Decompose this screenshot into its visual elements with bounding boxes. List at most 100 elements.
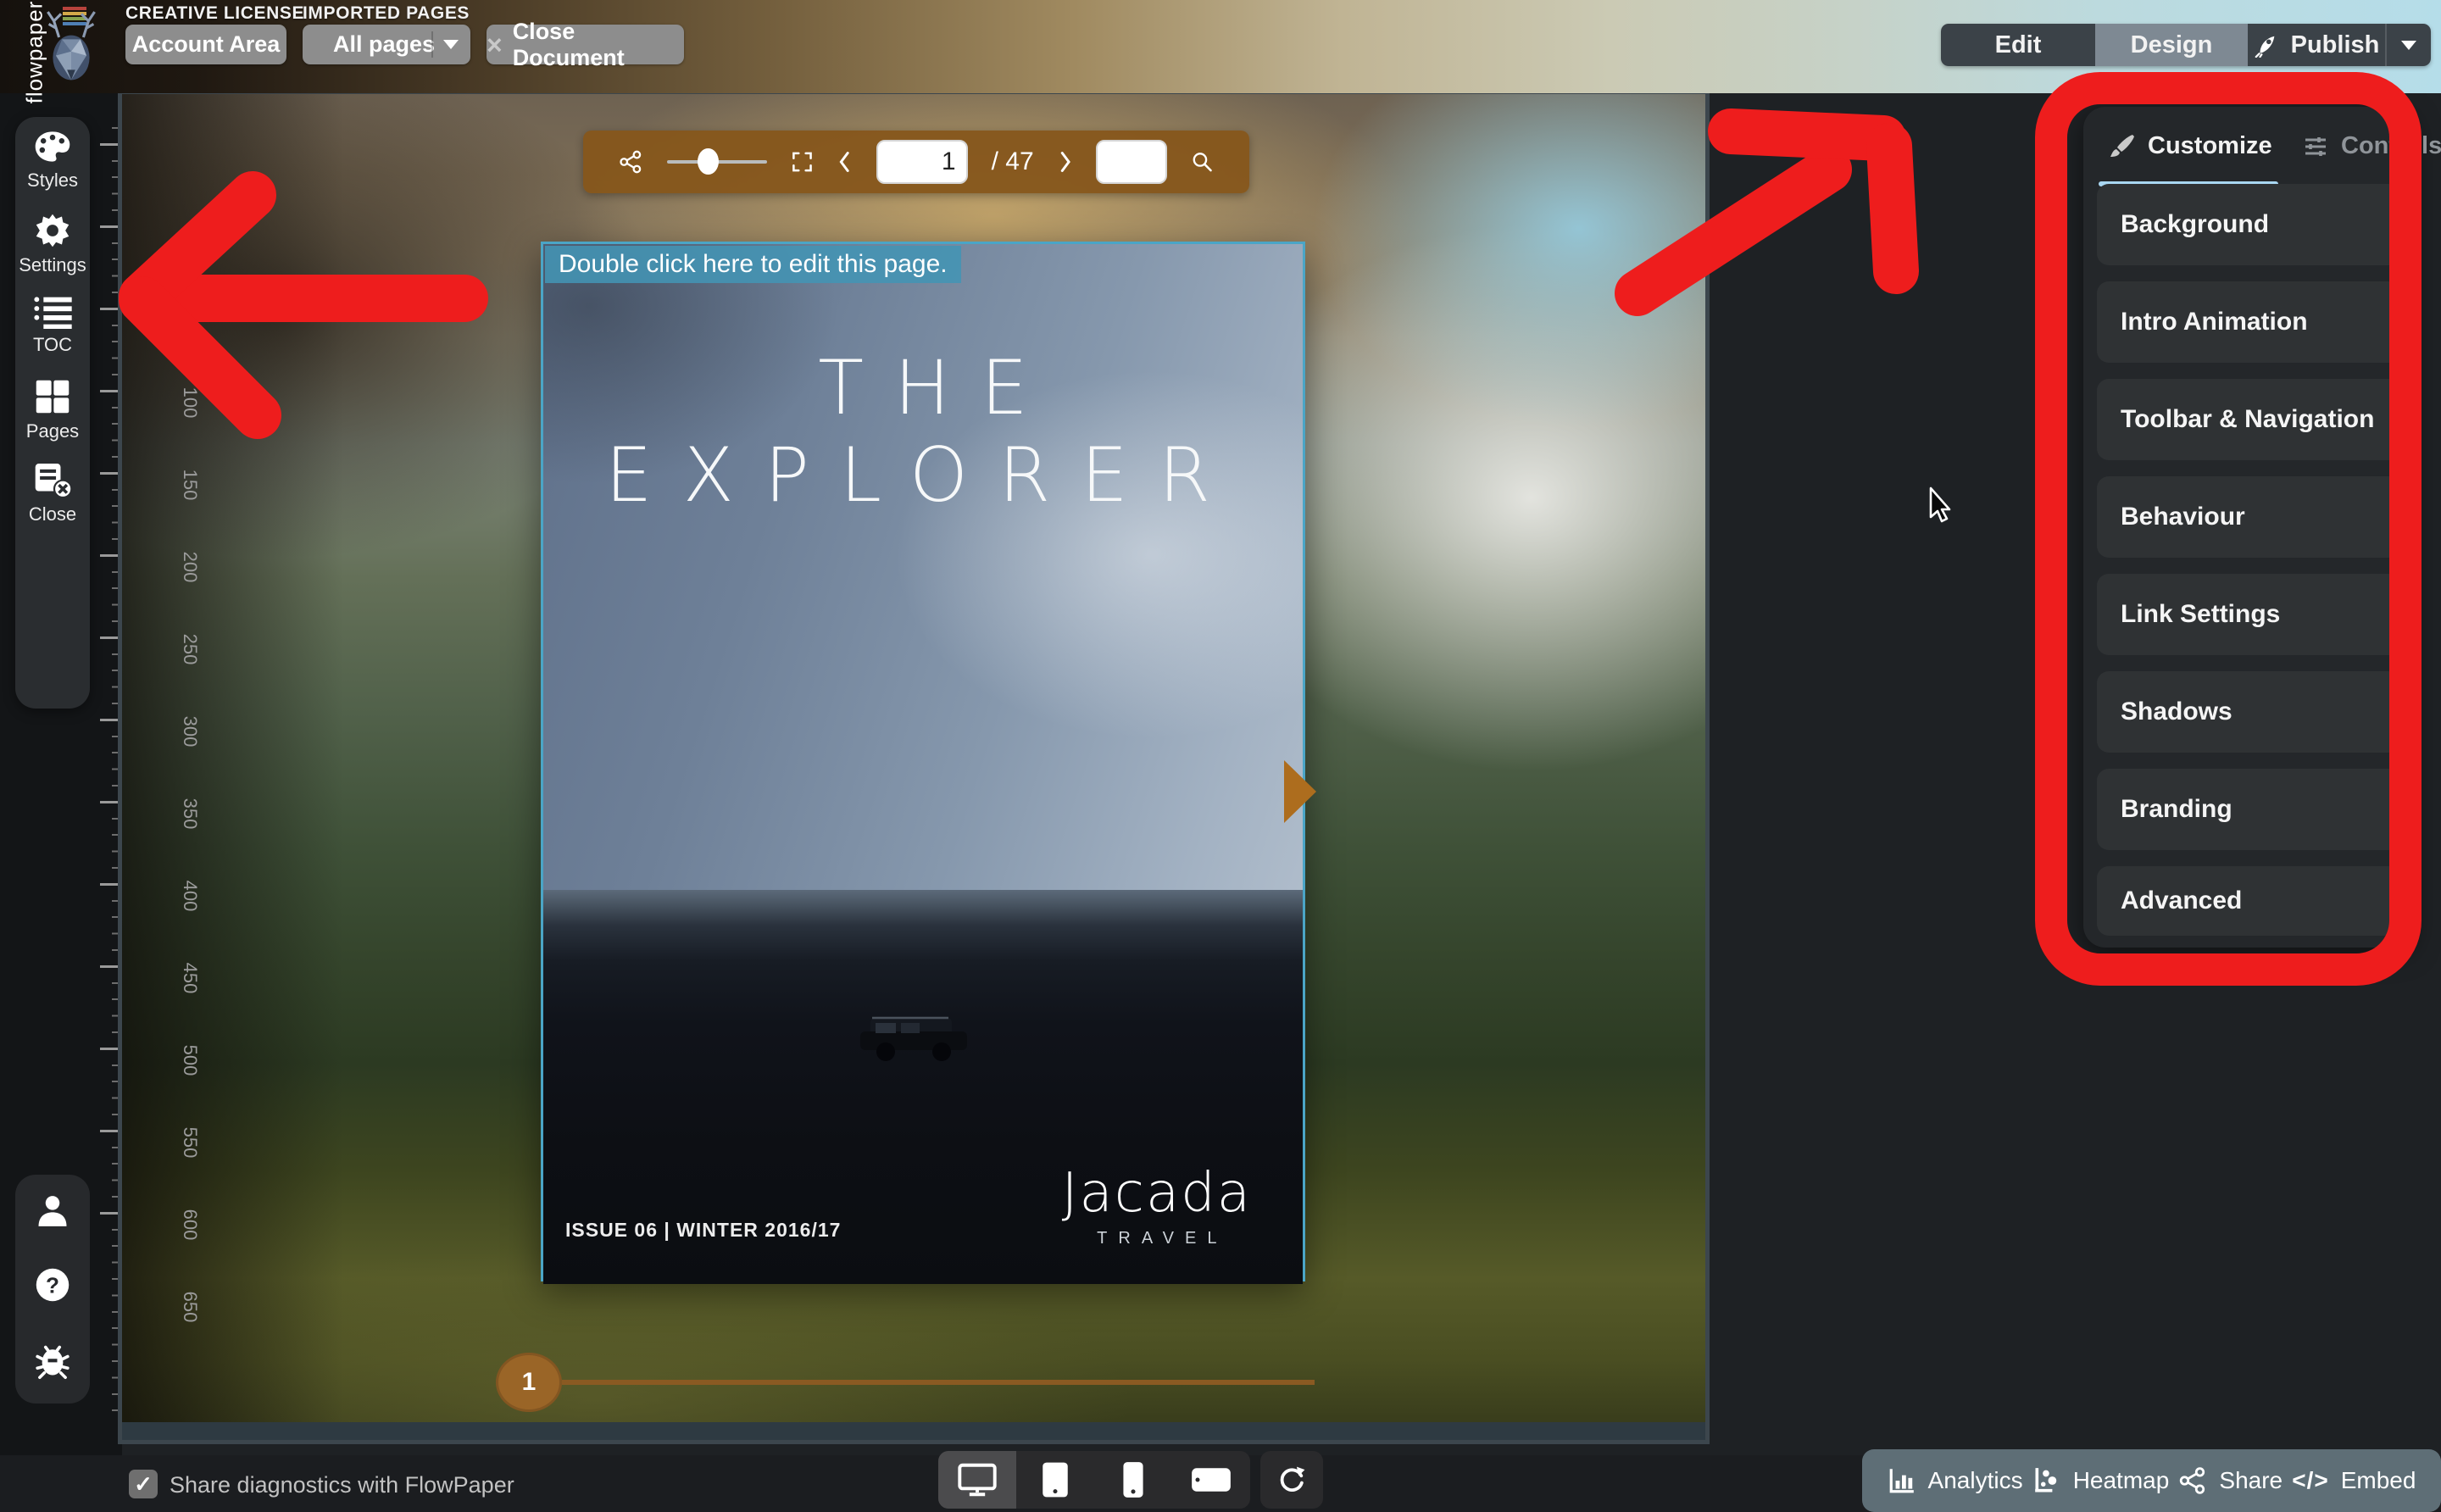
brand-logo: Jacada TRAVEL <box>1062 1166 1252 1248</box>
publish-dropdown-caret[interactable] <box>2385 24 2431 66</box>
share-icon <box>2178 1466 2207 1495</box>
panel-item-behaviour[interactable]: Behaviour <box>2097 476 2400 558</box>
previous-page-icon[interactable] <box>837 147 852 176</box>
publish-button[interactable]: Publish <box>2248 24 2385 66</box>
page-progress-badge[interactable]: 1 <box>496 1353 562 1412</box>
ruler-label: 500 <box>179 1042 201 1079</box>
panel-item-branding[interactable]: Branding <box>2097 769 2400 850</box>
help-icon[interactable]: ? <box>15 1266 90 1308</box>
analytics-button[interactable]: Analytics <box>1888 1466 2023 1495</box>
close-icon: × <box>487 31 503 58</box>
flowpaper-logo[interactable]: flowpaper <box>8 2 103 92</box>
sliders-icon <box>2302 133 2329 160</box>
viewer-toolbar: / 47 <box>583 131 1249 193</box>
panel-item-label: Toolbar & Navigation <box>2121 405 2374 434</box>
stag-icon <box>41 5 102 90</box>
panel-item-label: Intro Animation <box>2121 308 2308 336</box>
ruler-label: 550 <box>179 1124 201 1161</box>
edit-hint-label: Double click here to edit this page. <box>545 246 961 283</box>
tablet-icon <box>1041 1461 1070 1498</box>
zoom-slider[interactable] <box>667 160 768 164</box>
device-tablet-button[interactable] <box>1016 1451 1094 1509</box>
panel-item-label: Link Settings <box>2121 600 2280 629</box>
action-label: Embed <box>2341 1467 2416 1494</box>
device-phone-button[interactable] <box>1094 1451 1172 1509</box>
share-icon[interactable] <box>619 147 643 177</box>
panel-item-toolbar-navigation[interactable]: Toolbar & Navigation <box>2097 379 2400 460</box>
magazine-page[interactable]: Double click here to edit this page. THE… <box>541 242 1305 1281</box>
embed-button[interactable]: </> Embed <box>2292 1467 2416 1494</box>
device-desktop-button[interactable] <box>938 1451 1016 1509</box>
panel-item-intro-animation[interactable]: Intro Animation <box>2097 281 2400 363</box>
grid-icon <box>34 378 71 415</box>
device-preview-switcher <box>938 1451 1250 1509</box>
device-phone-landscape-button[interactable] <box>1172 1451 1250 1509</box>
mode-switcher: Edit Design Publish <box>1941 24 2431 66</box>
page-number-input[interactable] <box>876 140 968 184</box>
panel-item-background[interactable]: Background <box>2097 184 2400 265</box>
creative-license-label: CREATIVE LICENSE <box>125 3 304 24</box>
sidebar-item-settings[interactable]: Settings <box>15 212 90 276</box>
panel-item-advanced[interactable]: Advanced <box>2097 866 2400 936</box>
tab-label: Customize <box>2148 132 2272 160</box>
canvas-scrollbar-strip[interactable] <box>122 1422 1705 1440</box>
ruler-label: 0 <box>179 220 201 257</box>
design-mode-button[interactable]: Design <box>2095 24 2248 66</box>
panel-item-link-settings[interactable]: Link Settings <box>2097 574 2400 655</box>
dropdown-divider <box>431 31 433 58</box>
next-page-flip-arrow[interactable] <box>1284 760 1316 823</box>
edit-mode-button[interactable]: Edit <box>1941 24 2095 66</box>
panel-item-label: Advanced <box>2121 887 2242 915</box>
editor-canvas: / 47 Double click here to edit this page… <box>122 94 1705 1440</box>
tools-sidebar: Styles Settings TOC <box>15 117 90 709</box>
search-input[interactable] <box>1096 140 1167 184</box>
ruler-label: 50 <box>179 302 201 339</box>
bug-icon[interactable] <box>15 1342 90 1384</box>
share-button[interactable]: Share <box>2178 1466 2283 1495</box>
paintbrush-icon <box>2109 133 2136 160</box>
phone-landscape-icon <box>1191 1467 1232 1493</box>
gear-icon <box>34 212 71 249</box>
next-page-icon[interactable] <box>1058 147 1072 176</box>
sidebar-item-close[interactable]: Close <box>15 461 90 525</box>
customize-panel: Customize Controls Background Intro Anim… <box>2083 107 2414 948</box>
panel-item-shadows[interactable]: Shadows <box>2097 671 2400 753</box>
action-label: Heatmap <box>2073 1467 2170 1494</box>
tab-controls[interactable]: Controls <box>2302 132 2441 160</box>
sidebar-item-toc[interactable]: TOC <box>15 295 90 356</box>
cover-title: THE EXPLORER <box>543 344 1303 519</box>
search-icon[interactable] <box>1191 147 1214 176</box>
diagnostics-label: Share diagnostics with FlowPaper <box>170 1472 514 1498</box>
sidebar-item-pages[interactable]: Pages <box>15 378 90 442</box>
chevron-down-icon <box>2401 41 2416 50</box>
desktop-icon <box>958 1463 997 1497</box>
issue-line: ISSUE 06 | WINTER 2016/17 <box>565 1219 841 1242</box>
action-label: Share <box>2219 1467 2283 1494</box>
user-icon[interactable] <box>15 1193 90 1233</box>
page-progress-track[interactable] <box>562 1380 1315 1385</box>
imported-pages-label: IMPORTED PAGES <box>303 3 470 24</box>
suv-photo-element <box>855 1011 978 1064</box>
brand-name: Jacada <box>1062 1166 1252 1220</box>
ruler-label: 400 <box>179 877 201 914</box>
refresh-preview-button[interactable] <box>1260 1451 1323 1509</box>
ruler-label: 200 <box>179 548 201 586</box>
panel-item-label: Shadows <box>2121 698 2232 726</box>
svg-text:?: ? <box>46 1273 59 1298</box>
heatmap-button[interactable]: Heatmap <box>2032 1466 2170 1495</box>
panel-item-label: Branding <box>2121 795 2232 824</box>
diagnostics-checkbox[interactable] <box>129 1470 158 1498</box>
close-document-button[interactable]: × Close Document <box>487 25 684 64</box>
zoom-slider-thumb[interactable] <box>698 148 719 175</box>
sidebar-label: Styles <box>15 170 90 192</box>
document-close-icon <box>33 461 72 498</box>
publish-actions-bar: Analytics Heatmap Share </> Embed <box>1862 1449 2441 1512</box>
account-area-button[interactable]: Account Area <box>125 25 286 64</box>
all-pages-dropdown[interactable]: All pages <box>303 25 470 64</box>
ruler-label: 300 <box>179 713 201 750</box>
fullscreen-icon[interactable] <box>791 147 814 176</box>
tab-customize[interactable]: Customize <box>2109 132 2272 160</box>
palette-icon <box>33 129 72 164</box>
refresh-icon <box>1276 1464 1308 1496</box>
sidebar-item-styles[interactable]: Styles <box>15 129 90 192</box>
